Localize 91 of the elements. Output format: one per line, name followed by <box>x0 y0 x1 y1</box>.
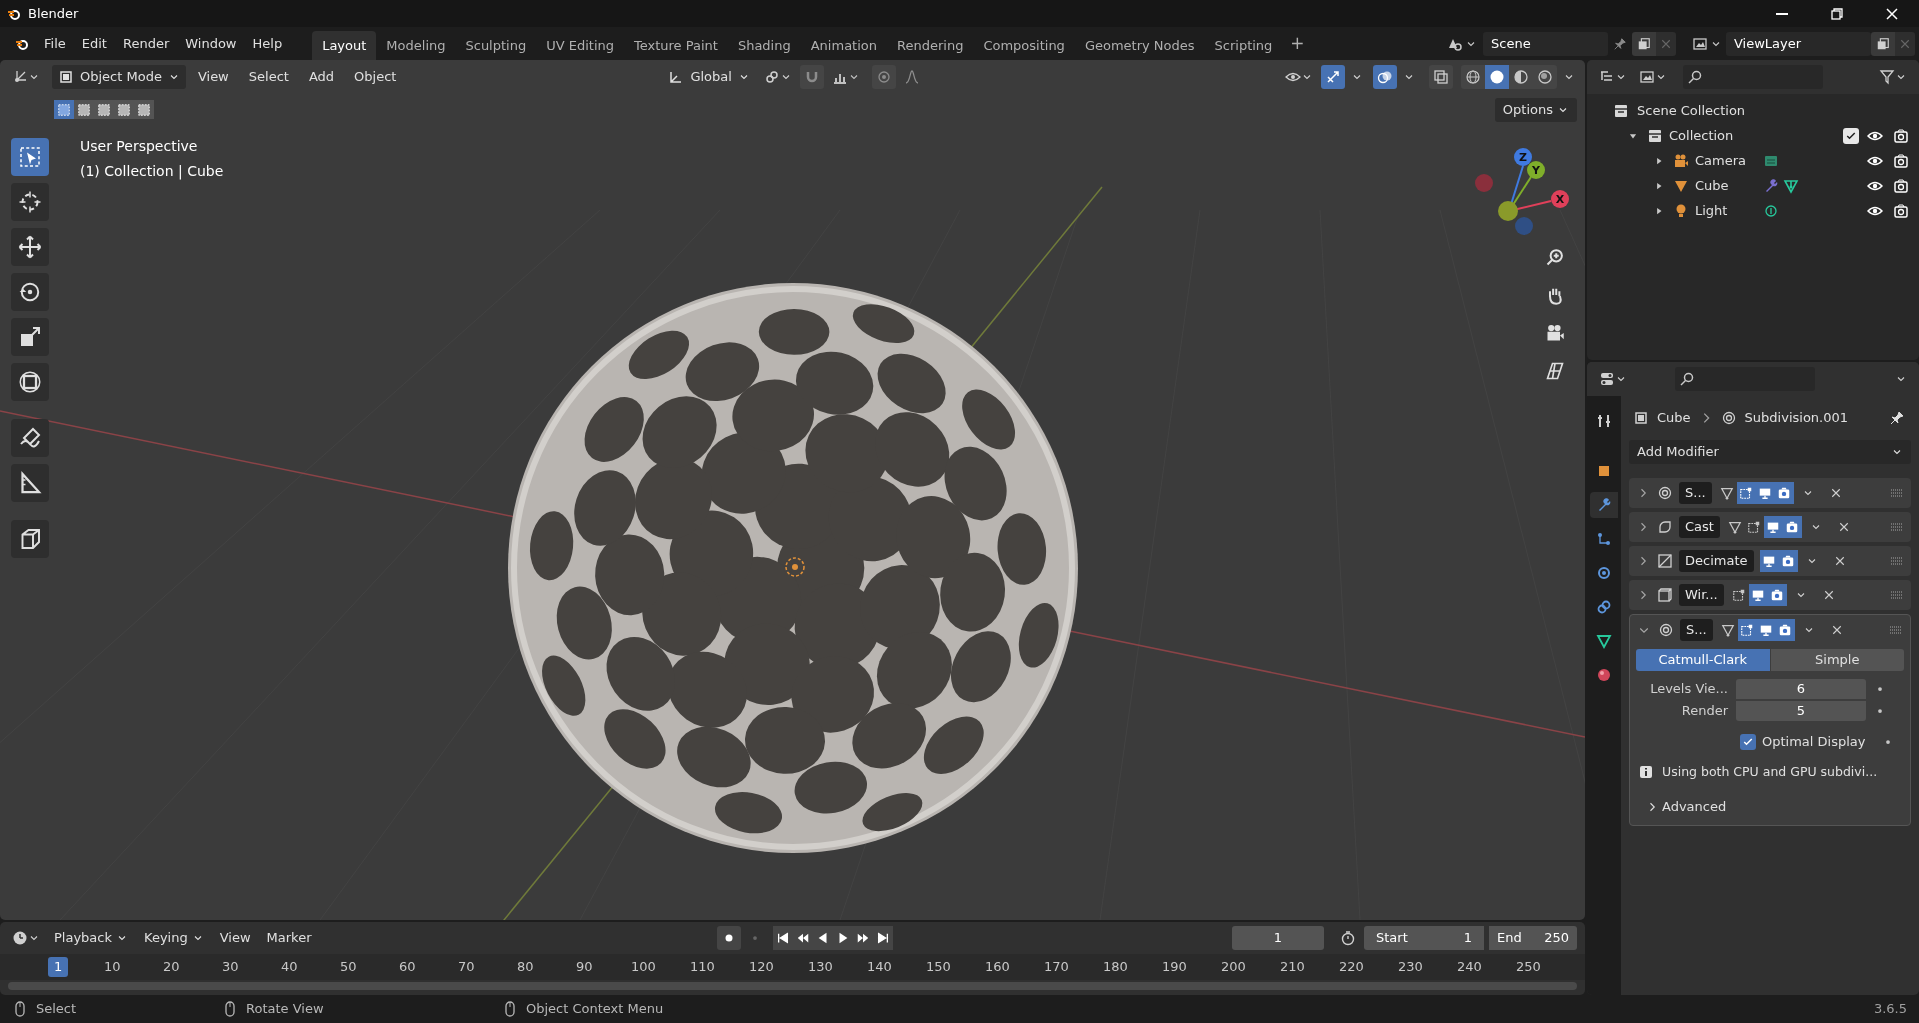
frame-number: 60 <box>399 958 416 976</box>
frame-number: 30 <box>222 958 239 976</box>
field-label: Render <box>1680 702 1729 721</box>
advanced-section-toggle[interactable]: Advanced <box>1646 797 1727 817</box>
workspace-tab[interactable]: Geometry Nodes <box>1074 31 1205 60</box>
workspace-tab[interactable]: Compositing <box>973 31 1075 60</box>
outliner-item[interactable]: Cube <box>1695 175 1757 196</box>
workspace-tab[interactable]: Texture Paint <box>624 31 728 60</box>
view-name-label: User Perspective <box>80 137 199 156</box>
frame-number: 140 <box>867 958 892 976</box>
workspace-tab[interactable]: Modeling <box>376 31 456 60</box>
menu-item[interactable]: Window <box>177 31 245 56</box>
add-modifier-dropdown[interactable]: Add Modifier <box>1629 440 1911 464</box>
version-label: 3.6.5 <box>1873 1000 1907 1019</box>
menu-item[interactable]: Select <box>240 65 297 89</box>
view-info-label: (1) Collection | Cube <box>80 162 224 182</box>
menu-item[interactable]: Object <box>346 65 405 89</box>
frame-number: 230 <box>1398 958 1423 976</box>
outliner-item[interactable]: Collection <box>1669 125 1731 146</box>
frame-number: 150 <box>926 958 951 976</box>
subdivision-method-button[interactable]: Simple <box>1770 649 1904 671</box>
frame-number: 40 <box>281 958 298 976</box>
number-field[interactable]: 5 <box>1736 701 1866 721</box>
workspace-tab[interactable]: UV Editing <box>536 31 624 60</box>
frame-number: 10 <box>104 958 121 976</box>
frame-number: 110 <box>690 958 715 976</box>
frame-number: 220 <box>1339 958 1364 976</box>
field-label: Levels Vie... <box>1649 680 1729 699</box>
shortcut-hint: Select <box>36 1000 77 1019</box>
current-frame-marker: 1 <box>48 957 69 977</box>
axis-label: Y <box>1532 164 1540 177</box>
start-frame-field[interactable]: Start 1 <box>1364 926 1484 950</box>
menu-item[interactable]: View <box>189 65 237 89</box>
frame-number: 130 <box>808 958 833 976</box>
orientation-dropdown[interactable]: Global <box>662 65 756 89</box>
modifier-name-field[interactable]: Decimate <box>1679 550 1754 572</box>
view-layer-field[interactable]: ViewLayer <box>1726 31 1871 56</box>
options-dropdown[interactable]: Options <box>1494 98 1577 122</box>
subdivision-method-button[interactable]: Catmull-Clark <box>1636 649 1770 671</box>
breadcrumb-item: Cube <box>1657 409 1691 428</box>
object-mode-dropdown[interactable]: Object Mode <box>52 65 186 89</box>
shortcut-hint: Object Context Menu <box>526 1000 664 1019</box>
menu-item[interactable]: File <box>36 31 74 56</box>
frame-number: 240 <box>1457 958 1482 976</box>
frame-number: 120 <box>749 958 774 976</box>
frame-number: 200 <box>1221 958 1246 976</box>
workspace-tab[interactable]: Sculpting <box>455 31 537 60</box>
window-title: Blender <box>28 4 79 23</box>
modifier-name-field[interactable]: Wir... <box>1679 584 1724 606</box>
modifier-name-field[interactable]: Cast <box>1679 516 1720 538</box>
frame-number: 250 <box>1516 958 1541 976</box>
modifier-name-field[interactable]: S... <box>1680 619 1713 641</box>
frame-number: 70 <box>458 958 475 976</box>
end-frame-field[interactable]: End 250 <box>1489 926 1577 950</box>
menu-item[interactable]: Help <box>244 31 291 56</box>
frame-number: 80 <box>517 958 534 976</box>
menu-dropdown[interactable]: Playback <box>48 926 134 950</box>
frame-number: 210 <box>1280 958 1305 976</box>
frame-number: 180 <box>1103 958 1128 976</box>
shortcut-hint: Rotate View <box>246 1000 324 1019</box>
outliner-item[interactable]: Camera <box>1695 150 1757 171</box>
frame-number: 100 <box>631 958 656 976</box>
modifier-name-field[interactable]: S... <box>1679 482 1712 504</box>
menu-item[interactable]: Marker <box>260 926 318 950</box>
number-field[interactable]: 6 <box>1736 679 1866 699</box>
workspace-tab[interactable]: Shading <box>727 31 801 60</box>
menu-dropdown[interactable]: Keying <box>138 926 210 950</box>
workspace-tab[interactable]: Layout <box>312 31 377 60</box>
menu-item[interactable]: Render <box>114 31 178 56</box>
current-frame-field[interactable]: 1 <box>1232 926 1324 950</box>
checkbox-label: Optimal Display <box>1762 733 1867 752</box>
outliner-item[interactable]: Light <box>1695 200 1757 221</box>
scene-field[interactable]: Scene <box>1483 31 1608 56</box>
frame-number: 50 <box>340 958 357 976</box>
add-workspace-button[interactable]: + <box>1282 30 1313 57</box>
frame-number: 20 <box>163 958 180 976</box>
outliner-root-label: Scene Collection <box>1637 101 1746 120</box>
frame-number: 160 <box>985 958 1010 976</box>
frame-number: 90 <box>576 958 593 976</box>
menu-item[interactable]: View <box>213 926 257 950</box>
info-message: Using both CPU and GPU subdivi... <box>1662 762 1878 781</box>
menu-item[interactable]: Add <box>300 65 343 89</box>
workspace-tab[interactable]: Scripting <box>1204 31 1283 60</box>
axis-label: Z <box>1519 151 1527 164</box>
axis-label: X <box>1555 193 1565 206</box>
workspace-tab[interactable]: Rendering <box>887 31 974 60</box>
breadcrumb-item: Subdivision.001 <box>1744 409 1848 428</box>
workspace-tab[interactable]: Animation <box>800 31 887 60</box>
frame-number: 170 <box>1044 958 1069 976</box>
menu-item[interactable]: Edit <box>73 31 115 56</box>
frame-number: 190 <box>1162 958 1187 976</box>
